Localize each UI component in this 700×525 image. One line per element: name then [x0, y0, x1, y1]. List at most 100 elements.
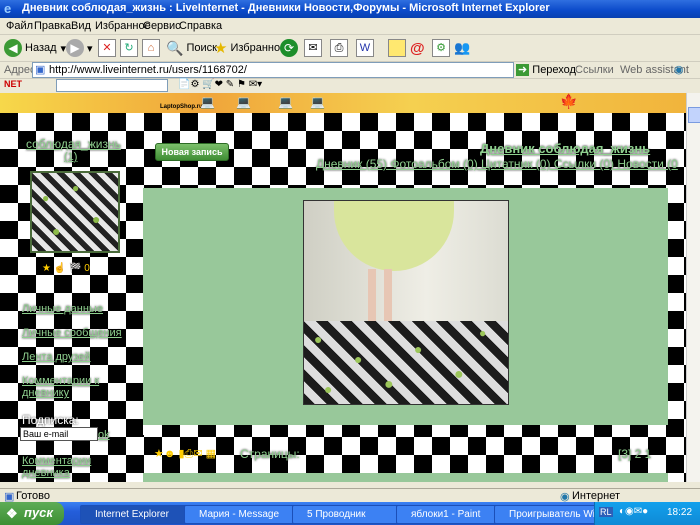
netscape-brand[interactable]: NET: [4, 79, 22, 89]
menu-help[interactable]: Справка: [179, 20, 222, 32]
stop-icon: ✕: [98, 39, 116, 57]
refresh-icon: ↻: [120, 39, 138, 57]
laptop-icon-4: 💻: [310, 95, 325, 109]
windows-logo-icon: ❖: [6, 506, 18, 521]
page-icon: ▣: [35, 64, 46, 76]
mail-icon: ✉: [304, 39, 322, 57]
search-button[interactable]: 🔍 Поиск: [166, 38, 217, 58]
pages-label: Страницы:: [240, 447, 300, 461]
mail-button[interactable]: ✉: [304, 38, 322, 58]
back-button[interactable]: ◀ Назад ▾: [4, 38, 66, 58]
settings-button[interactable]: ⚙: [432, 38, 450, 58]
home-icon: ⌂: [142, 39, 160, 57]
checker-floor: [304, 321, 508, 404]
scrollbar-thumb[interactable]: [688, 107, 700, 123]
ie-logo-icon: e: [4, 1, 12, 16]
sidebar-item-comments[interactable]: Комментарии к дневнику: [22, 375, 112, 399]
leaf-icon: 🍁: [560, 93, 578, 109]
clock: 18:22: [667, 507, 693, 518]
sidebar-item-diary-comments[interactable]: Комментарии дневника: [22, 455, 102, 479]
apple-icon: ●: [42, 191, 50, 205]
globe-icon[interactable]: ◉: [674, 63, 684, 76]
refresh-button[interactable]: ↻: [120, 38, 138, 58]
email-field[interactable]: [20, 427, 98, 441]
go-arrow-icon: ➜: [516, 64, 530, 76]
at-icon: @: [410, 39, 425, 57]
post-tool-icons[interactable]: ★☻ ▮⎙✉ ▦: [154, 447, 216, 461]
task-paint[interactable]: яблоки1 - Paint: [396, 505, 508, 524]
tray-icons[interactable]: ◐◉✉●: [619, 506, 648, 517]
stop-button[interactable]: ✕: [98, 38, 116, 58]
star-icon: ★: [214, 40, 228, 57]
menu-tools[interactable]: Сервис: [143, 20, 181, 32]
apple-icon-7: ●: [414, 341, 423, 357]
sidebar-item-profile[interactable]: Личные данные: [22, 303, 103, 315]
nav-search-input[interactable]: [56, 79, 168, 92]
word-button[interactable]: W: [356, 38, 374, 58]
links-button[interactable]: Ссылки: [575, 64, 614, 76]
back-arrow-icon: ◀: [4, 39, 22, 57]
print-icon: ⎙: [330, 39, 348, 57]
avatar[interactable]: ● ● ● ●: [30, 171, 120, 253]
ad-banner[interactable]: LaptopShop.ru 💻 💻 💻 💻 🍁: [0, 93, 686, 113]
laptop-icon-3: 💻: [278, 95, 293, 109]
favorites-button[interactable]: ★ Избранное: [214, 38, 286, 58]
menu-edit[interactable]: Правка: [34, 20, 71, 32]
ad-site-text: LaptopShop.ru: [160, 104, 203, 110]
nav-tool-icons[interactable]: 📄⚙ 🛒❤ ✎ ⚑ ✉▾: [178, 79, 262, 90]
forward-arrow-icon: ▶: [66, 39, 84, 57]
start-button[interactable]: ❖ пуск: [0, 502, 64, 525]
subscribe-label: Подписка:: [22, 413, 79, 427]
home-button[interactable]: ⌂: [142, 38, 160, 58]
messenger-icon: 👥: [454, 40, 471, 55]
post-image[interactable]: ● ● ● ● ● ● ●: [303, 200, 509, 405]
window-title: Дневник соблюдая_жизнь : LiveInternet - …: [22, 2, 550, 14]
search-icon: 🔍: [166, 39, 184, 56]
post-area-bottom: [143, 473, 668, 482]
menu-bar: Файл Правка Вид Избранное Сервис Справка: [0, 18, 700, 35]
apple-icon-3: ●: [92, 211, 101, 227]
sidebar-item-messages[interactable]: Личные сообщения: [22, 327, 122, 339]
apple-icon-6: ●: [354, 351, 363, 367]
system-tray: RL ◐◉✉● 18:22: [594, 502, 700, 525]
user-name-link[interactable]: соблюдая_жизнь: [26, 137, 121, 151]
task-media-player[interactable]: Проигрыватель Wi...: [494, 505, 606, 524]
messenger-button[interactable]: 👥: [454, 38, 470, 58]
sidebar-item-friends[interactable]: Лента друзей: [22, 351, 91, 363]
apple-icon-2: ●: [72, 181, 80, 195]
apple-icon-10: ●: [324, 381, 333, 397]
menu-file[interactable]: Файл: [6, 20, 33, 32]
task-explorer[interactable]: 5 Проводник: [292, 505, 410, 524]
apple-icon-11: ●: [479, 326, 487, 340]
language-indicator[interactable]: RL: [599, 507, 613, 517]
toolbar: ◀ Назад ▾ ▶ ▾ ✕ ↻ ⌂ 🔍 Поиск ★ Избранное ⟳ …: [0, 35, 700, 62]
status-bar: ▣ Готово ◉ Интернет: [0, 488, 700, 503]
laptop-icon-2: 💻: [236, 95, 251, 109]
blog-tabs[interactable]: Дневник (55) Фотоальбом (0) Цитатник (0)…: [316, 157, 678, 171]
task-internet-explorer[interactable]: Internet Explorer: [80, 505, 196, 524]
go-button[interactable]: ➜ Переход: [516, 63, 576, 76]
note-icon: [388, 39, 406, 57]
new-post-button[interactable]: Новая запись: [155, 143, 229, 161]
forward-button[interactable]: ▶ ▾: [66, 38, 93, 58]
media-icon: ⟳: [280, 39, 298, 57]
apple-icon-8: ●: [454, 366, 464, 383]
blog-title[interactable]: Дневник соблюдая_жизнь: [480, 141, 650, 156]
email-at-button[interactable]: @: [410, 38, 425, 58]
media-button[interactable]: ⟳: [280, 38, 301, 58]
subscribe-ok-button[interactable]: ok: [98, 429, 110, 441]
notes-button[interactable]: [388, 38, 406, 58]
pagination[interactable]: [3] 2 1: [618, 447, 651, 461]
menu-view[interactable]: Вид: [71, 20, 91, 32]
taskbar: ❖ пуск Internet Explorer Мария - Message…: [0, 502, 700, 525]
apple-icon-9: ●: [384, 376, 394, 393]
address-input[interactable]: ▣ http://www.liveinternet.ru/users/11687…: [32, 62, 514, 78]
nav-toolbar: NET 📄⚙ 🛒❤ ✎ ⚑ ✉▾: [0, 79, 700, 94]
print-button[interactable]: ⎙: [330, 38, 348, 58]
status-text: Готово: [16, 490, 50, 502]
vertical-scrollbar[interactable]: [686, 93, 700, 482]
apple-icon-4: ●: [52, 223, 61, 239]
user-count: (1): [64, 151, 78, 163]
address-bar: Адрес: ▣ http://www.liveinternet.ru/user…: [0, 62, 700, 79]
task-message[interactable]: Мария - Message: [184, 505, 306, 524]
